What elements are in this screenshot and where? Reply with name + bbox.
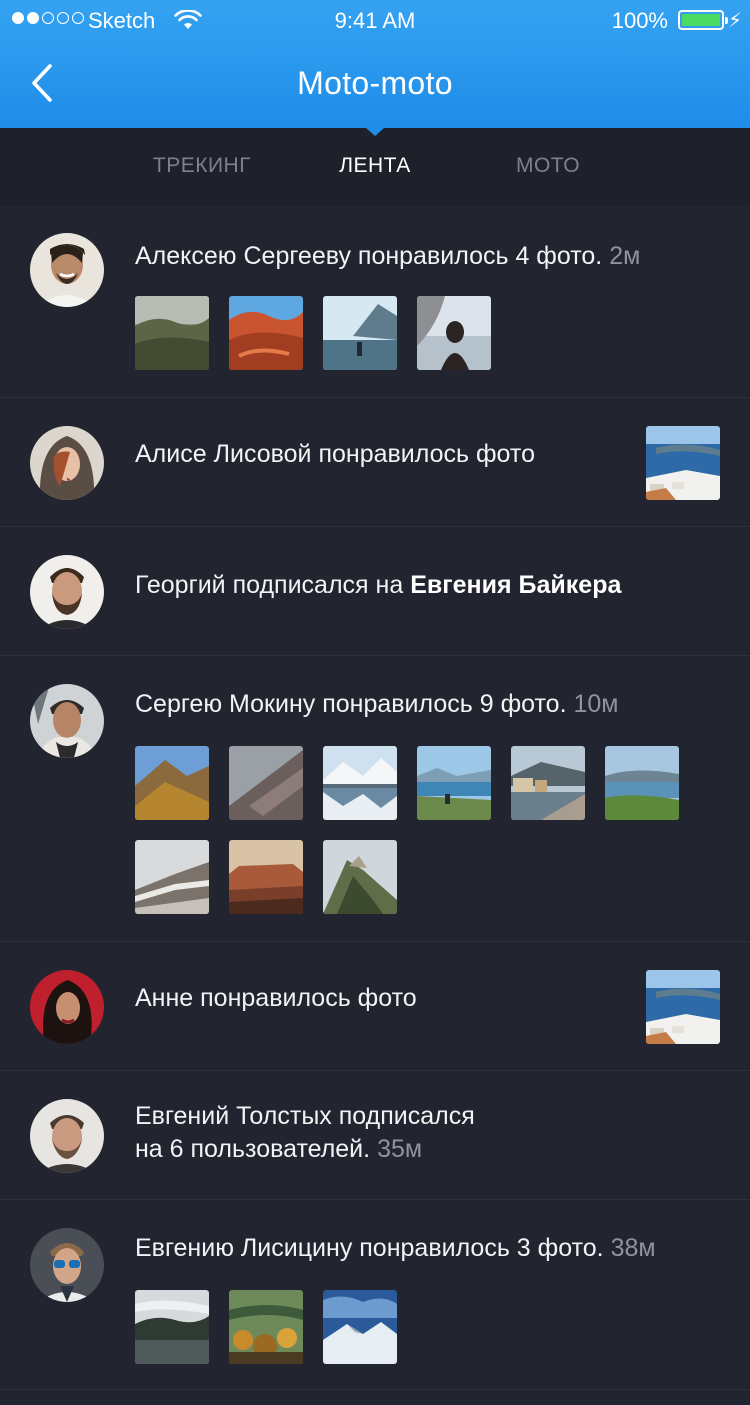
feed-item-text: Алексею Сергееву понравилось 4 фото. 2м	[135, 242, 641, 270]
photo-thumbnail[interactable]	[229, 1290, 303, 1364]
activity-feed: Алексею Сергееву понравилось 4 фото. 2м …	[0, 206, 750, 1390]
avatar[interactable]	[30, 684, 104, 758]
page-title: Moto-moto	[297, 65, 453, 101]
tab-moto[interactable]: МОТО	[516, 154, 580, 178]
photo-grid	[135, 296, 695, 370]
photo-thumbnail[interactable]	[135, 296, 209, 370]
feed-item-text: Алисе Лисовой понравилось фото	[135, 440, 535, 468]
photo-thumbnail[interactable]	[229, 296, 303, 370]
user-link[interactable]: Евгения Байкера	[410, 571, 621, 599]
photo-thumbnail[interactable]	[646, 970, 720, 1044]
feed-item[interactable]: Анне понравилось фото	[0, 942, 750, 1071]
photo-thumbnail[interactable]	[511, 746, 585, 820]
timestamp: 35м	[377, 1135, 423, 1163]
avatar[interactable]	[30, 1228, 104, 1302]
battery-percentage: 100%	[611, 8, 668, 33]
photo-thumbnail[interactable]	[135, 1290, 209, 1364]
status-bar: Sketch 9:41 AM 100% ⚡	[0, 0, 750, 40]
feed-item-text: Георгий подписался на Евгения Байкера	[135, 571, 622, 599]
feed-item-text: Анне понравилось фото	[135, 984, 417, 1012]
timestamp: 10м	[573, 690, 619, 718]
feed-item-text: Сергею Мокину понравилось 9 фото. 10м	[135, 690, 619, 718]
feed-item[interactable]: Алисе Лисовой понравилось фото	[0, 398, 750, 527]
photo-thumbnail[interactable]	[323, 1290, 397, 1364]
photo-thumbnail[interactable]	[605, 746, 679, 820]
timestamp: 38м	[610, 1234, 656, 1262]
charging-bolt-icon: ⚡	[727, 10, 742, 32]
photo-thumbnail[interactable]	[323, 746, 397, 820]
timestamp: 2м	[609, 242, 641, 270]
feed-item[interactable]: Евгений Толстых подписался на 6 пользова…	[0, 1071, 750, 1200]
tab-feed[interactable]: ЛЕНТА	[339, 154, 411, 178]
feed-item[interactable]: Сергею Мокину понравилось 9 фото. 10м	[0, 656, 750, 942]
active-tab-indicator	[366, 128, 384, 136]
avatar[interactable]	[30, 1099, 104, 1173]
photo-thumbnail[interactable]	[229, 746, 303, 820]
feed-item-text: Евгений Толстых подписался на 6 пользова…	[135, 1102, 475, 1163]
tab-tracking[interactable]: ТРЕКИНГ	[153, 154, 251, 178]
photo-grid	[135, 746, 695, 914]
feed-item[interactable]: Евгению Лисицину понравилось 3 фото. 38м	[0, 1200, 750, 1390]
photo-thumbnail[interactable]	[323, 296, 397, 370]
avatar[interactable]	[30, 970, 104, 1044]
avatar[interactable]	[30, 555, 104, 629]
feed-item[interactable]: Георгий подписался на Евгения Байкера	[0, 527, 750, 656]
photo-thumbnail[interactable]	[417, 746, 491, 820]
photo-thumbnail[interactable]	[646, 426, 720, 500]
photo-thumbnail[interactable]	[135, 746, 209, 820]
photo-grid	[135, 1290, 695, 1364]
tab-bar: ТРЕКИНГ ЛЕНТА МОТО	[0, 128, 750, 206]
photo-thumbnail[interactable]	[135, 840, 209, 914]
feed-item[interactable]: Алексею Сергееву понравилось 4 фото. 2м	[0, 206, 750, 398]
battery-icon	[678, 10, 728, 30]
photo-thumbnail[interactable]	[323, 840, 397, 914]
avatar[interactable]	[30, 426, 104, 500]
feed-item-text: Евгению Лисицину понравилось 3 фото. 38м	[135, 1234, 656, 1262]
photo-thumbnail[interactable]	[417, 296, 491, 370]
photo-thumbnail[interactable]	[229, 840, 303, 914]
nav-header: Sketch 9:41 AM 100% ⚡ Moto-moto	[0, 0, 750, 128]
avatar[interactable]	[30, 233, 104, 307]
